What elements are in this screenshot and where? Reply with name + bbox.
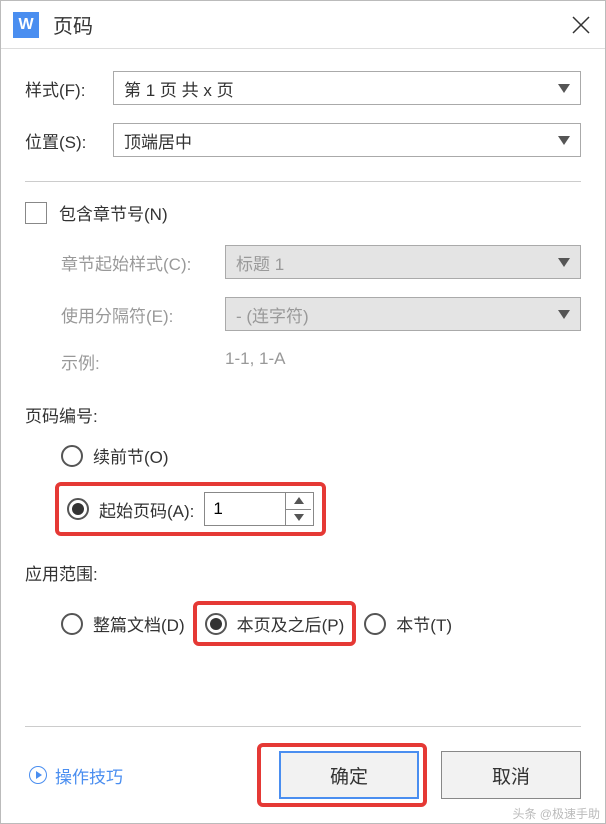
position-row: 位置(S): 顶端居中 <box>25 123 581 157</box>
ok-button[interactable]: 确定 <box>279 751 419 799</box>
style-label: 样式(F): <box>25 76 113 101</box>
start-page-radio[interactable] <box>67 498 89 520</box>
include-chapter-checkbox[interactable] <box>25 202 47 224</box>
include-chapter-label: 包含章节号(N) <box>59 200 168 225</box>
this-section-radio[interactable] <box>364 613 386 635</box>
cancel-button[interactable]: 取消 <box>441 751 581 799</box>
watermark: 头条 @极速手助 <box>512 805 600 822</box>
start-page-label: 起始页码(A): <box>99 497 194 522</box>
this-page-after-radio[interactable] <box>205 613 227 635</box>
scope-whole-doc: 整篇文档(D) <box>61 611 185 636</box>
continue-radio-row: 续前节(O) <box>25 443 581 468</box>
start-page-input[interactable] <box>205 493 285 525</box>
chapter-style-value: 标题 1 <box>236 250 284 275</box>
play-icon <box>29 766 47 784</box>
close-button[interactable] <box>557 1 605 49</box>
page-number-dialog: W 页码 样式(F): 第 1 页 共 x 页 位置(S): 顶端居中 包含章节… <box>0 0 606 824</box>
example-value: 1-1, 1-A <box>225 349 285 374</box>
spin-down-button[interactable] <box>286 510 311 526</box>
scope-row: 整篇文档(D) 本页及之后(P) 本节(T) <box>25 601 581 646</box>
separator-combo: - (连字符) <box>225 297 581 331</box>
position-combo[interactable]: 顶端居中 <box>113 123 581 157</box>
example-label: 示例: <box>61 349 225 374</box>
dialog-title: 页码 <box>53 10 93 39</box>
spin-up-button[interactable] <box>286 493 311 510</box>
start-page-highlight: 起始页码(A): <box>55 482 326 536</box>
chevron-down-icon <box>558 136 570 145</box>
arrow-up-icon <box>294 497 304 504</box>
chapter-style-label: 章节起始样式(C): <box>61 250 225 275</box>
style-row: 样式(F): 第 1 页 共 x 页 <box>25 71 581 105</box>
chevron-down-icon <box>558 84 570 93</box>
scope-this-page-after: 本页及之后(P) <box>205 611 345 636</box>
spin-buttons <box>285 493 311 525</box>
chapter-style-combo: 标题 1 <box>225 245 581 279</box>
chevron-down-icon <box>558 258 570 267</box>
tips-link[interactable]: 操作技巧 <box>29 763 123 788</box>
continue-label: 续前节(O) <box>93 443 169 468</box>
separator-label: 使用分隔符(E): <box>61 302 225 327</box>
example-row: 示例: 1-1, 1-A <box>25 349 581 374</box>
dialog-footer: 操作技巧 确定 取消 <box>25 726 581 807</box>
scope-this-section: 本节(T) <box>364 611 452 636</box>
scope-section-label: 应用范围: <box>25 560 581 585</box>
ok-highlight: 确定 <box>257 743 427 807</box>
continue-radio[interactable] <box>61 445 83 467</box>
arrow-down-icon <box>294 514 304 521</box>
divider <box>25 181 581 182</box>
whole-doc-label: 整篇文档(D) <box>93 611 185 636</box>
this-section-label: 本节(T) <box>396 611 452 636</box>
dialog-content: 样式(F): 第 1 页 共 x 页 位置(S): 顶端居中 包含章节号(N) … <box>1 49 605 823</box>
chapter-sub-section: 章节起始样式(C): 标题 1 使用分隔符(E): - (连字符) <box>25 245 581 349</box>
tips-label: 操作技巧 <box>55 763 123 788</box>
include-chapter-row: 包含章节号(N) <box>25 200 581 225</box>
numbering-section-label: 页码编号: <box>25 402 581 427</box>
separator-value: - (连字符) <box>236 302 309 327</box>
position-label: 位置(S): <box>25 128 113 153</box>
position-value: 顶端居中 <box>124 128 192 153</box>
this-page-after-label: 本页及之后(P) <box>237 611 345 636</box>
this-page-after-highlight: 本页及之后(P) <box>193 601 357 646</box>
style-value: 第 1 页 共 x 页 <box>124 76 234 101</box>
whole-doc-radio[interactable] <box>61 613 83 635</box>
app-icon: W <box>13 12 39 38</box>
style-combo[interactable]: 第 1 页 共 x 页 <box>113 71 581 105</box>
footer-buttons: 确定 取消 <box>257 743 581 807</box>
start-page-spinbox[interactable] <box>204 492 314 526</box>
chevron-down-icon <box>558 310 570 319</box>
titlebar: W 页码 <box>1 1 605 49</box>
